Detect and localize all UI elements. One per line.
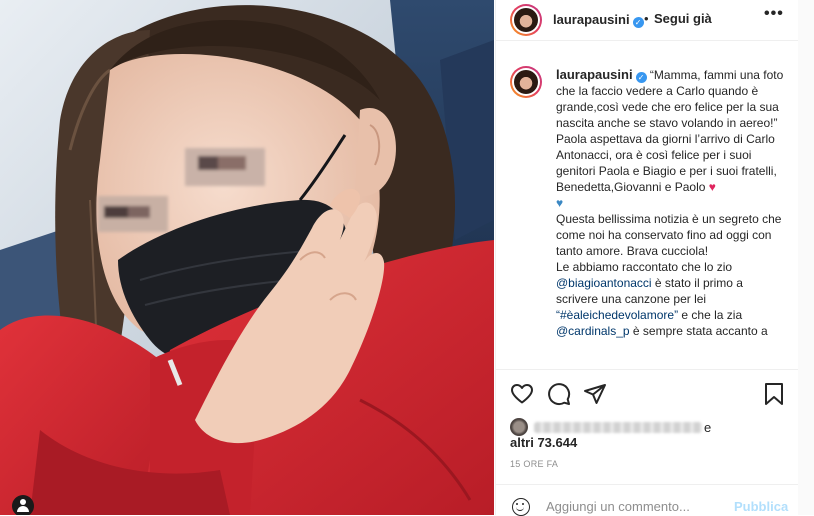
more-options-icon[interactable]: •••	[764, 5, 784, 23]
heart-outline-icon[interactable]	[510, 382, 534, 406]
caption-paragraph-7: è sempre stata accanto a	[632, 324, 768, 338]
liker-avatar[interactable]	[510, 418, 528, 436]
red-heart-emoji-icon: ♥	[708, 180, 716, 194]
bookmark-icon[interactable]	[762, 382, 786, 406]
post-side-panel: laurapausini ✓ • Segui già ••• laurapausi…	[495, 0, 799, 516]
author-avatar[interactable]	[510, 4, 542, 36]
post-header: laurapausini ✓ • Segui già •••	[496, 0, 798, 41]
liker-name-redacted[interactable]	[534, 422, 702, 433]
page-gutter	[798, 0, 814, 515]
caption-text: laurapausini ✓ “Mamma, fammi una foto che…	[556, 67, 788, 339]
verified-badge-icon: ✓	[632, 17, 644, 28]
emoji-icon[interactable]	[512, 498, 530, 516]
author-username[interactable]: laurapausini	[553, 12, 630, 27]
caption-section: laurapausini ✓ “Mamma, fammi una foto che…	[496, 52, 798, 369]
verified-badge-icon: ✓	[635, 72, 647, 83]
caption-paragraph-2: Paola aspettava da giorni l’arrivo di Ca…	[556, 132, 777, 194]
action-bar	[496, 369, 798, 418]
photo-illustration	[0, 0, 494, 515]
follow-separator: •	[644, 11, 649, 26]
follow-status-button[interactable]: Segui già	[654, 11, 712, 26]
tagged-users-icon[interactable]	[12, 495, 34, 515]
caption-paragraph-3: Questa bellissima notizia è un segreto c…	[556, 212, 782, 258]
caption-username[interactable]: laurapausini	[556, 67, 633, 82]
likes-count-link[interactable]: altri 73.644	[510, 435, 577, 450]
comment-icon[interactable]	[547, 382, 571, 406]
share-icon[interactable]	[583, 382, 607, 406]
caption-paragraph-6: e che la zia	[681, 308, 743, 322]
caption-avatar[interactable]	[510, 66, 542, 98]
blue-heart-emoji-icon: ♥	[556, 196, 564, 210]
mention-cardinals-link[interactable]: @cardinals_p	[556, 324, 630, 338]
publish-button[interactable]: Pubblica	[734, 499, 788, 514]
author-username-link[interactable]: laurapausini ✓	[553, 11, 644, 29]
hashtag-link[interactable]: “#èaleichedevolamore”	[556, 308, 678, 322]
comment-input[interactable]	[546, 499, 726, 514]
post-photo[interactable]	[0, 0, 494, 515]
post-timestamp[interactable]: 15 ORE FA	[510, 459, 558, 469]
caption-paragraph-4: Le abbiamo raccontato che lo zio	[556, 260, 733, 274]
comment-bar: Pubblica	[496, 484, 798, 516]
mention-biagioantonacci-link[interactable]: @biagioantonacci	[556, 276, 652, 290]
likes-conjunction: e	[704, 420, 712, 435]
